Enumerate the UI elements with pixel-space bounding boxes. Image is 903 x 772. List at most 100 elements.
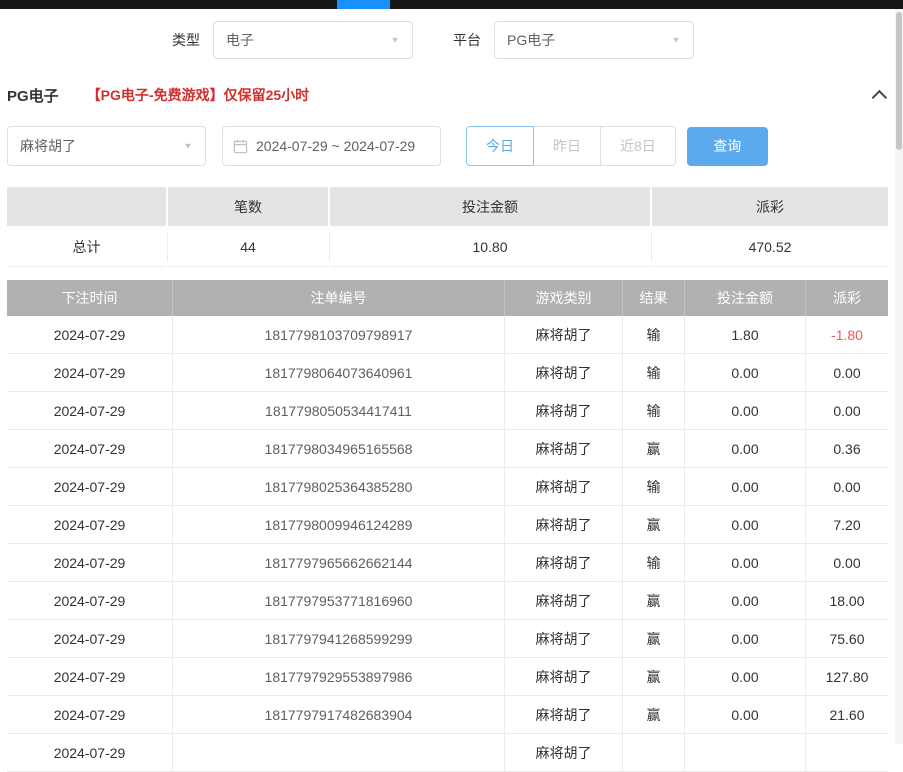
cell-result: 输 — [623, 354, 685, 392]
cell-date: 2024-07-29 — [7, 734, 173, 772]
cell-game: 麻将胡了 — [505, 354, 623, 392]
cell-game: 麻将胡了 — [505, 658, 623, 696]
cell-bet: 0.00 — [685, 354, 806, 392]
cell-game: 麻将胡了 — [505, 430, 623, 468]
cell-payout: 0.00 — [806, 468, 888, 506]
game-select-value: 麻将胡了 — [20, 136, 76, 156]
type-select-value: 电子 — [226, 30, 254, 50]
cell-game: 麻将胡了 — [505, 468, 623, 506]
cell-date: 2024-07-29 — [7, 658, 173, 696]
section-title: PG电子 — [7, 85, 59, 106]
cell-bet: 0.00 — [685, 392, 806, 430]
table-row: 2024-07-291817798025364385280麻将胡了输0.000.… — [7, 468, 888, 506]
cell-payout: 7.20 — [806, 506, 888, 544]
summary-count-value: 44 — [168, 228, 328, 267]
table-row: 2024-07-29 麻将胡了 — [7, 734, 888, 772]
game-select[interactable]: 麻将胡了 ▼ — [7, 126, 206, 166]
quick-range-button[interactable]: 今日 — [466, 126, 534, 166]
cell-date: 2024-07-29 — [7, 582, 173, 620]
header-result: 结果 — [623, 280, 685, 316]
quick-range-button[interactable]: 近8日 — [600, 126, 676, 166]
cell-order: 1817798034965165568 — [173, 430, 505, 468]
bet-table-header: 下注时间 注单编号 游戏类别 结果 投注金额 派彩 — [7, 280, 888, 316]
type-select[interactable]: 电子 ▼ — [213, 21, 413, 59]
cell-bet: 0.00 — [685, 544, 806, 582]
cell-date: 2024-07-29 — [7, 506, 173, 544]
cell-payout: 0.00 — [806, 392, 888, 430]
cell-date: 2024-07-29 — [7, 354, 173, 392]
cell-date: 2024-07-29 — [7, 696, 173, 734]
table-row: 2024-07-291817798009946124289麻将胡了赢0.007.… — [7, 506, 888, 544]
cell-game: 麻将胡了 — [505, 696, 623, 734]
cell-bet: 0.00 — [685, 430, 806, 468]
table-row: 2024-07-291817798050534417411麻将胡了输0.000.… — [7, 392, 888, 430]
cell-bet: 0.00 — [685, 658, 806, 696]
summary-header-bet: 投注金额 — [330, 187, 650, 226]
cell-order: 1817798050534417411 — [173, 392, 505, 430]
section-header: PG电子 【PG电子-免费游戏】仅保留25小时 — [7, 84, 887, 106]
summary-header-payout: 派彩 — [652, 187, 888, 226]
scrollbar-thumb[interactable] — [896, 12, 902, 150]
table-row: 2024-07-291817798103709798917麻将胡了输1.80-1… — [7, 316, 888, 354]
cell-result: 输 — [623, 544, 685, 582]
calendar-icon — [233, 139, 248, 154]
cell-bet: 0.00 — [685, 468, 806, 506]
cell-date: 2024-07-29 — [7, 544, 173, 582]
cell-bet: 1.80 — [685, 316, 806, 354]
scrollbar-track[interactable] — [895, 9, 903, 744]
top-filter-row: 类型 电子 ▼ 平台 PG电子 ▼ — [172, 20, 880, 60]
cell-result: 输 — [623, 468, 685, 506]
cell-result: 赢 — [623, 582, 685, 620]
cell-result: 赢 — [623, 658, 685, 696]
cell-result: 输 — [623, 316, 685, 354]
search-button[interactable]: 查询 — [687, 127, 768, 166]
cell-game: 麻将胡了 — [505, 734, 623, 772]
cell-bet: 0.00 — [685, 582, 806, 620]
cell-payout: 0.36 — [806, 430, 888, 468]
quick-range-group: 今日昨日近8日 — [466, 126, 676, 166]
platform-select[interactable]: PG电子 ▼ — [494, 21, 694, 59]
cell-game: 麻将胡了 — [505, 316, 623, 354]
date-range-value: 2024-07-29 ~ 2024-07-29 — [256, 138, 415, 154]
chevron-down-icon: ▼ — [183, 142, 193, 151]
header-bet-time: 下注时间 — [7, 280, 173, 316]
quick-range-button[interactable]: 昨日 — [533, 126, 601, 166]
cell-payout: 21.60 — [806, 696, 888, 734]
cell-order — [173, 734, 505, 772]
cell-result: 赢 — [623, 430, 685, 468]
chevron-down-icon: ▼ — [671, 36, 681, 45]
summary-header-row: 笔数 投注金额 派彩 — [7, 187, 888, 228]
date-range-input[interactable]: 2024-07-29 ~ 2024-07-29 — [222, 126, 441, 166]
summary-bet-value: 10.80 — [330, 228, 650, 267]
bet-table-body: 2024-07-291817798103709798917麻将胡了输1.80-1… — [7, 316, 888, 772]
header-order-id: 注单编号 — [173, 280, 505, 316]
table-row: 2024-07-291817797929553897986麻将胡了赢0.0012… — [7, 658, 888, 696]
cell-payout: 0.00 — [806, 354, 888, 392]
collapse-chevron-up-icon[interactable] — [872, 89, 888, 105]
browser-top-strip — [0, 0, 903, 9]
platform-select-value: PG电子 — [507, 30, 555, 50]
cell-bet: 0.00 — [685, 506, 806, 544]
summary-total-label: 总计 — [7, 228, 166, 267]
cell-order: 1817797965662662144 — [173, 544, 505, 582]
cell-game: 麻将胡了 — [505, 392, 623, 430]
cell-result: 输 — [623, 392, 685, 430]
section-notice: 【PG电子-免费游戏】仅保留25小时 — [87, 85, 309, 105]
cell-order: 1817797953771816960 — [173, 582, 505, 620]
type-label: 类型 — [172, 30, 200, 50]
cell-date: 2024-07-29 — [7, 316, 173, 354]
cell-game: 麻将胡了 — [505, 582, 623, 620]
cell-order: 1817797917482683904 — [173, 696, 505, 734]
header-payout: 派彩 — [806, 280, 888, 316]
cell-payout: 0.00 — [806, 544, 888, 582]
table-row: 2024-07-291817798034965165568麻将胡了赢0.000.… — [7, 430, 888, 468]
cell-result: 赢 — [623, 620, 685, 658]
summary-header-count: 笔数 — [168, 187, 328, 226]
cell-payout: -1.80 — [806, 316, 888, 354]
cell-bet — [685, 734, 806, 772]
cell-payout: 127.80 — [806, 658, 888, 696]
cell-order: 1817797929553897986 — [173, 658, 505, 696]
cell-payout: 75.60 — [806, 620, 888, 658]
cell-result — [623, 734, 685, 772]
cell-date: 2024-07-29 — [7, 620, 173, 658]
